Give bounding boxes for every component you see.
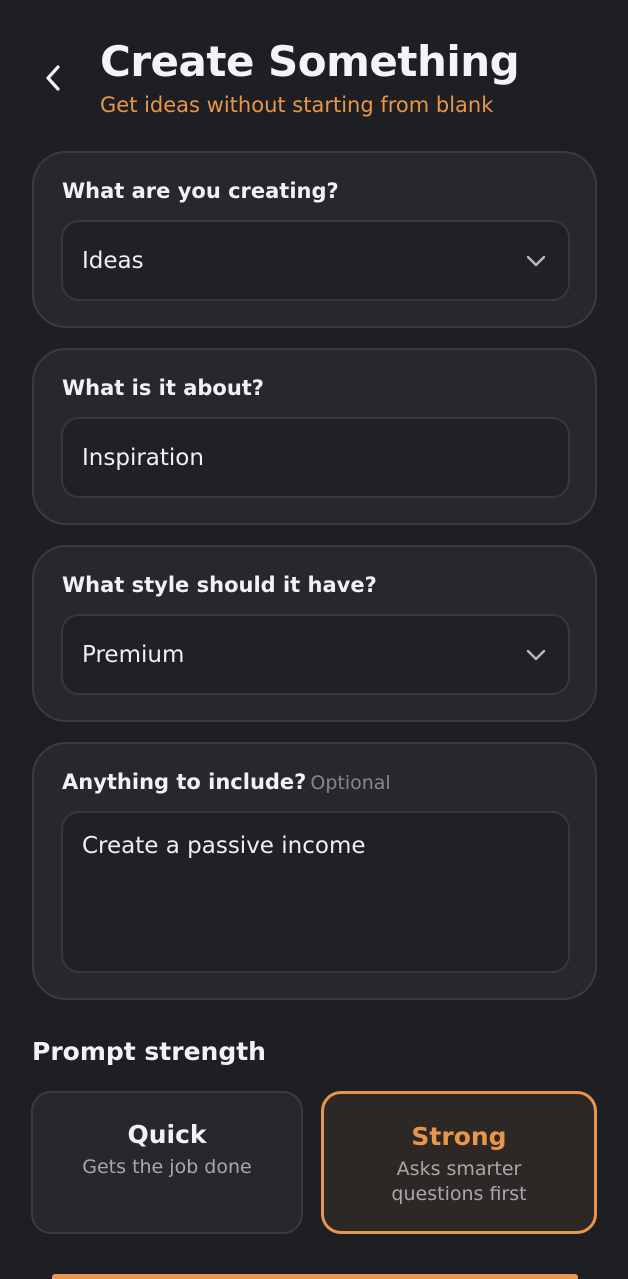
optional-tag: Optional bbox=[310, 772, 391, 794]
about-value: Inspiration bbox=[82, 444, 204, 471]
chevron-down-icon bbox=[524, 249, 548, 273]
strong-option-title: Strong bbox=[411, 1122, 507, 1151]
include-card: Anything to include? Optional Create a pa… bbox=[32, 742, 597, 1000]
quick-option-desc: Gets the job done bbox=[82, 1156, 252, 1178]
include-label-text: Anything to include? bbox=[62, 770, 307, 794]
creating-card: What are you creating? Ideas bbox=[32, 151, 597, 328]
back-button[interactable] bbox=[34, 54, 74, 102]
quick-option-title: Quick bbox=[127, 1120, 207, 1149]
chevron-down-icon bbox=[524, 643, 548, 667]
prompt-strength-title: Prompt strength bbox=[32, 1037, 266, 1066]
style-value: Premium bbox=[82, 641, 185, 668]
include-value: Create a passive income bbox=[82, 833, 366, 859]
create-something-screen: Create Something Get ideas without start… bbox=[0, 0, 628, 1279]
creating-select[interactable]: Ideas bbox=[61, 220, 570, 301]
include-label: Anything to include? Optional bbox=[62, 770, 391, 794]
creating-label: What are you creating? bbox=[62, 179, 339, 203]
about-card: What is it about? Inspiration bbox=[32, 348, 597, 525]
page-subtitle: Get ideas without starting from blank bbox=[100, 93, 494, 117]
creating-value: Ideas bbox=[82, 247, 144, 274]
about-label: What is it about? bbox=[62, 376, 264, 400]
strong-option[interactable]: Strong Asks smarter questions first bbox=[321, 1091, 597, 1234]
quick-option[interactable]: Quick Gets the job done bbox=[31, 1091, 303, 1234]
style-card: What style should it have? Premium bbox=[32, 545, 597, 722]
strong-option-desc: Asks smarter questions first bbox=[391, 1158, 527, 1205]
about-input[interactable]: Inspiration bbox=[61, 417, 570, 498]
style-label: What style should it have? bbox=[62, 573, 377, 597]
chevron-left-icon bbox=[46, 65, 60, 91]
include-textarea[interactable]: Create a passive income bbox=[61, 811, 570, 973]
primary-button-edge[interactable] bbox=[52, 1274, 578, 1279]
page-title: Create Something bbox=[100, 37, 520, 86]
style-select[interactable]: Premium bbox=[61, 614, 570, 695]
